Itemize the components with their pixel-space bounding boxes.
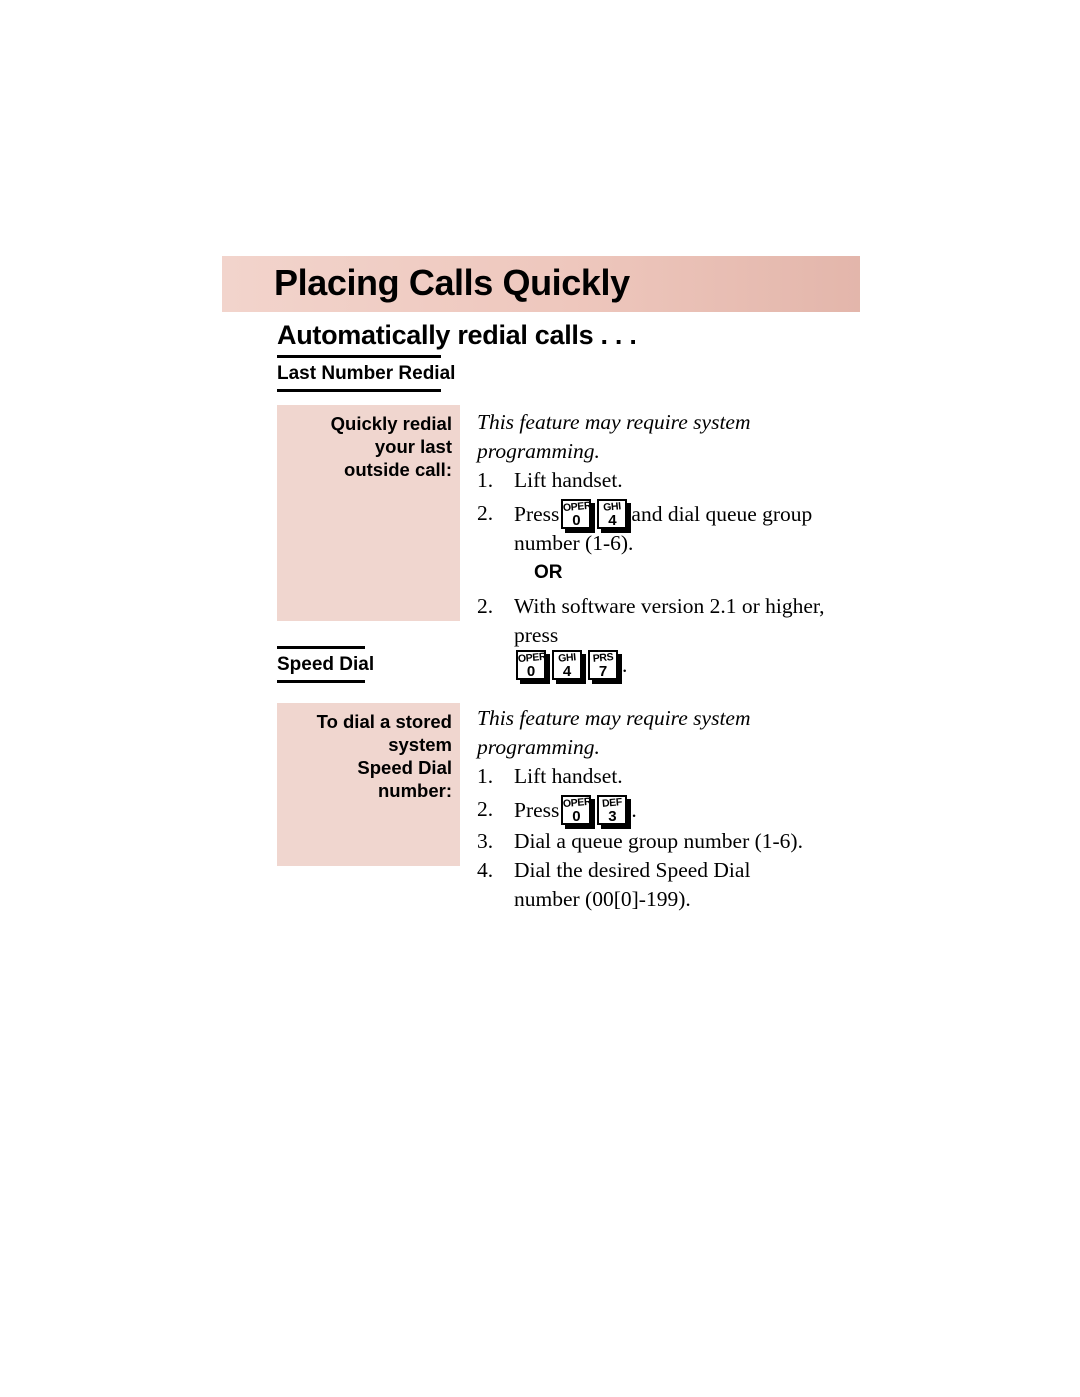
step-number: 3. (477, 829, 494, 853)
keycap-digit: 4 (608, 512, 617, 529)
step-list: 1. Lift handset. 2. Press OPER 0 DEF 3. 3. Dial… (477, 762, 872, 914)
subsection-speed-dial: Speed Dial (277, 646, 375, 683)
rule-bottom (277, 389, 441, 392)
phone-key-def-3-icon: DEF 3 (597, 795, 632, 829)
page-banner: Placing Calls Quickly (222, 256, 860, 312)
section-heading: Automatically redial calls . . . (277, 320, 637, 350)
subsection-label: Last Number Redial (277, 363, 456, 384)
keycap-group: OPER 0 DEF 3 (559, 795, 632, 829)
block-sidebar-label: Quickly redial your last outside call: (330, 413, 452, 480)
step-list: 1. Lift handset. 2. Press OPER 0 GHI 4 and dial… (477, 466, 872, 558)
subsection-label: Speed Dial (277, 654, 375, 675)
list-item: 2. Press OPER 0 DEF 3. (477, 795, 872, 829)
step-text: Lift handset. (514, 764, 623, 788)
keycap-group: OPER 0 GHI 4 PRS 7 (514, 650, 622, 684)
phone-key-ghi-4-icon: GHI 4 (552, 650, 586, 684)
step-number: 1. (477, 764, 494, 788)
step-number: 2. (477, 501, 494, 525)
list-item: 3. Dial a queue group number (1-6). (477, 827, 872, 856)
list-item: 4. Dial the desired Speed Dial number (00… (477, 856, 872, 914)
step-text: Lift handset. (514, 468, 623, 492)
block-sidebar: To dial a stored system Speed Dial numbe… (277, 703, 460, 866)
rule-bottom (277, 680, 365, 683)
step-text: Dial the desired Speed Dial number (00[0… (514, 858, 751, 911)
step-number: 2. (477, 594, 494, 618)
block-intro-text: This feature may require system programm… (477, 410, 751, 463)
step-text-post: . (622, 653, 628, 677)
block-body: This feature may require system programm… (477, 408, 872, 684)
keycap-digit: 0 (526, 663, 536, 680)
list-item: 1. Lift handset. (477, 466, 872, 495)
step-text-post: . (631, 798, 637, 822)
phone-key-oper-0-icon: OPER 0 (516, 650, 550, 684)
alternate-step-list: 2. With software version 2.1 or higher, p… (477, 592, 872, 684)
or-separator-label: OR (534, 562, 563, 583)
phone-key-ghi-4-icon: GHI 4 (597, 499, 632, 533)
phone-key-oper-0-icon: OPER 0 (561, 499, 596, 533)
step-text: Dial a queue group number (1-6). (514, 829, 803, 853)
keycap-digit: 4 (562, 663, 572, 680)
step-text-pre: Press (514, 798, 560, 822)
list-item: 1. Lift handset. (477, 762, 872, 791)
block-body: This feature may require system programm… (477, 704, 872, 914)
step-number: 4. (477, 858, 494, 882)
phone-key-prs-7-icon: PRS 7 (588, 650, 622, 684)
subsection-last-number-redial: Last Number Redial (277, 355, 456, 392)
block-sidebar-label: To dial a stored system Speed Dial numbe… (316, 711, 452, 801)
step-number: 1. (477, 468, 494, 492)
page-title: Placing Calls Quickly (274, 262, 630, 304)
block-sidebar: Quickly redial your last outside call: (277, 405, 460, 621)
list-item: 2. Press OPER 0 GHI 4 and dial queue group num… (477, 499, 872, 558)
instruction-block-last-number-redial: Quickly redial your last outside call: T… (277, 405, 872, 684)
list-item: 2. With software version 2.1 or higher, p… (477, 592, 872, 684)
block-intro-text: This feature may require system programm… (477, 706, 751, 759)
phone-key-oper-0-icon: OPER 0 (561, 795, 596, 829)
instruction-block-speed-dial: To dial a stored system Speed Dial numbe… (277, 703, 872, 911)
step-number: 2. (477, 797, 494, 821)
step-text-pre: With software version 2.1 or higher, pre… (514, 594, 825, 647)
keycap-group: OPER 0 GHI 4 (559, 499, 632, 533)
keycap-digit: 3 (608, 808, 617, 825)
keycap-digit: 0 (572, 808, 581, 825)
keycap-digit: 0 (572, 512, 581, 529)
step-text-pre: Press (514, 502, 560, 526)
keycap-digit: 7 (598, 663, 608, 680)
